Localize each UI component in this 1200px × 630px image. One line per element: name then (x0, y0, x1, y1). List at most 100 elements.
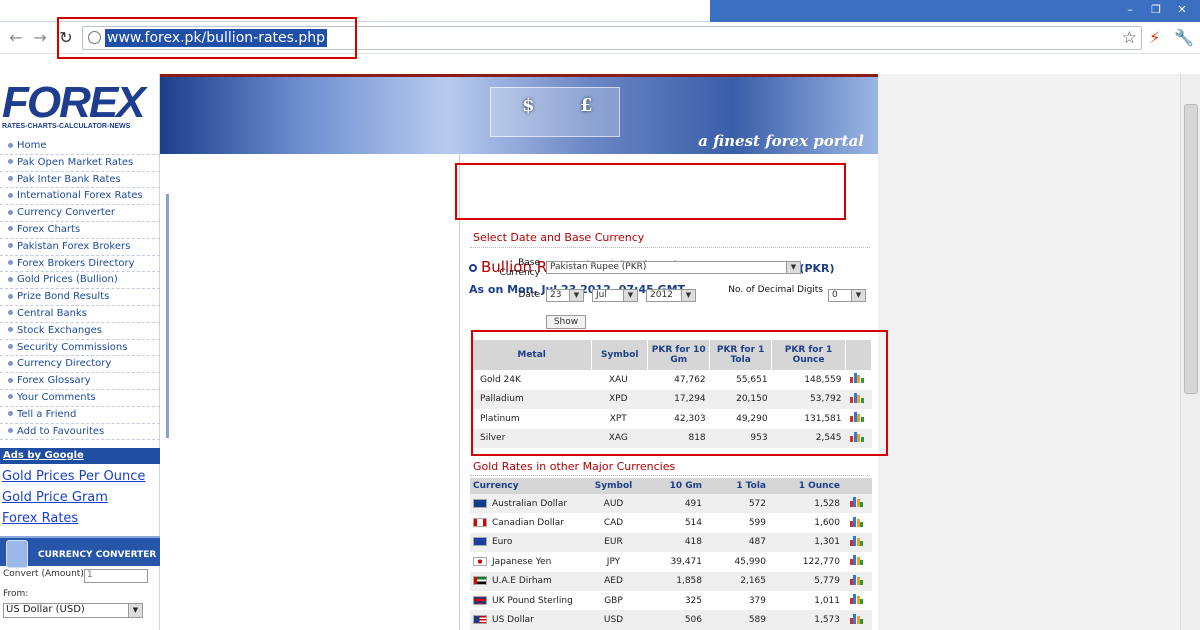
decimal-digits-select[interactable]: 0 ▼ (828, 289, 866, 302)
bar-chart-icon[interactable] (849, 535, 864, 546)
bullet-icon (8, 394, 13, 400)
price-tola: 589 (708, 610, 772, 630)
scrollbar-thumb[interactable] (1184, 104, 1198, 394)
sidebar-menu-label: Pak Inter Bank Rates (17, 173, 121, 185)
page-right-margin (878, 74, 1180, 630)
bar-chart-icon[interactable] (849, 594, 864, 605)
currency-name: Canadian Dollar (492, 518, 564, 529)
chevron-down-icon: ▼ (128, 604, 142, 617)
chart-cell (846, 494, 872, 514)
price-tola: 379 (748, 595, 766, 606)
nav-menu: Home Pak Open Market Rates Pak Inter Bank … (0, 138, 160, 441)
price-10gm: 514 (684, 518, 702, 529)
bookmark-star-icon[interactable]: ☆ (1122, 28, 1137, 48)
sidebar-menu-label: Your Comments (17, 391, 96, 403)
sidebar-menu-item[interactable]: Pak Open Market Rates (0, 155, 160, 172)
select-date-title: Select Date and Base Currency (473, 231, 645, 244)
bullet-icon (8, 310, 13, 316)
convert-amount-input[interactable]: 1 (84, 569, 148, 583)
ad-link-gold-price-gram[interactable]: Gold Price Gram (2, 490, 108, 505)
price-ounce: 5,779 (772, 571, 846, 591)
sidebar-menu-label: Gold Prices (Bullion) (17, 274, 118, 286)
back-arrow-icon[interactable]: ← (6, 28, 26, 48)
table-row: U.A.E Dirham AED 1,858 2,165 5,779 (470, 571, 872, 591)
month-select[interactable]: Jul ▼ (592, 289, 638, 302)
bar-chart-icon[interactable] (849, 574, 864, 585)
sidebar-menu-label: Tell a Friend (17, 408, 77, 420)
ad-link-gold-prices-ounce[interactable]: Gold Prices Per Ounce (2, 469, 145, 484)
bar-chart-icon[interactable] (849, 613, 864, 624)
price-tola: 487 (708, 532, 772, 553)
show-button[interactable]: Show (546, 315, 586, 329)
sidebar-menu-item[interactable]: Add to Favourites (0, 424, 160, 441)
price-ounce: 122,770 (802, 556, 840, 567)
currency-converter-header: CURRENCY CONVERTER (0, 536, 160, 568)
from-currency-select[interactable]: US Dollar (USD) ▼ (3, 603, 143, 618)
sidebar-menu-item[interactable]: Stock Exchanges (0, 323, 160, 340)
col-header-10gm: 10 Gm (644, 478, 708, 494)
sidebar-menu-label: Stock Exchanges (17, 324, 102, 336)
vertical-scrollbar[interactable] (1180, 74, 1200, 630)
price-tola: 2,165 (708, 571, 772, 591)
price-ounce: 1,301 (772, 532, 846, 553)
currency-symbol: USD (588, 610, 644, 630)
close-button[interactable]: ✕ (1170, 2, 1194, 18)
sidebar-menu-item[interactable]: International Forex Rates (0, 188, 160, 206)
base-currency-select[interactable]: Pakistan Rupee (PKR) ▼ (546, 261, 801, 274)
price-ounce: 1,528 (772, 494, 846, 514)
wrench-icon[interactable]: 🔧 (1174, 28, 1194, 47)
sidebar-menu-label: Currency Directory (17, 358, 112, 370)
col-header-currency: Currency (470, 478, 588, 494)
sidebar-menu-item[interactable]: Pakistan Forex Brokers (0, 239, 160, 256)
sidebar-menu-item[interactable]: Home (0, 138, 160, 155)
bullet-icon (8, 159, 13, 165)
sidebar-menu-item[interactable]: Tell a Friend (0, 407, 160, 424)
logo-tagline: RATES-CHARTS-CALCULATOR-NEWS (2, 123, 131, 130)
sidebar-menu-label: Home (17, 140, 47, 151)
chart-cell (846, 552, 872, 571)
bullet-icon (8, 377, 13, 383)
day-select[interactable]: 23 ▼ (546, 289, 584, 302)
forward-arrow-icon[interactable]: → (30, 28, 50, 48)
flag-icon (473, 518, 487, 528)
currency-cell: Euro (470, 532, 588, 553)
site-logo[interactable]: FOREX RATES-CHARTS-CALCULATOR-NEWS (2, 76, 157, 136)
price-10gm: 39,471 (670, 556, 703, 567)
bullet-icon (8, 176, 13, 182)
sidebar-menu-item[interactable]: Security Commissions (0, 340, 160, 357)
bullet-icon (8, 209, 13, 215)
major-currencies-table: Currency Symbol 10 Gm 1 Tola 1 Ounce Aus… (470, 478, 872, 630)
year-select[interactable]: 2012 ▼ (646, 289, 696, 302)
currency-converter-title: CURRENCY CONVERTER (38, 550, 157, 560)
table-row: US Dollar USD 506 589 1,573 (470, 610, 872, 630)
ad-link-forex-rates[interactable]: Forex Rates (2, 511, 78, 526)
sidebar-menu-label: Forex Charts (17, 223, 81, 235)
bullet-icon (8, 260, 13, 266)
base-currency-value: Pakistan Rupee (PKR) (550, 262, 647, 272)
banner-tagline: a finest forex portal (698, 132, 864, 150)
minimize-button[interactable]: – (1118, 2, 1142, 18)
bullet-icon (8, 276, 13, 282)
banner-currency-panel (490, 87, 620, 137)
ads-by-google-header[interactable]: Ads by Google (0, 448, 160, 464)
currency-cell: UK Pound Sterling (470, 591, 588, 610)
chevron-down-icon: ▼ (851, 290, 865, 301)
price-tola: 572 (708, 494, 772, 514)
sidebar-menu-item[interactable]: Your Comments (0, 390, 160, 407)
sidebar-menu-item[interactable]: Pak Inter Bank Rates (0, 172, 160, 189)
maximize-button[interactable]: ❐ (1144, 2, 1168, 18)
sidebar-menu-item[interactable]: Currency Converter (0, 205, 160, 222)
sidebar-menu-item[interactable]: Central Banks (0, 306, 160, 323)
bar-chart-icon[interactable] (849, 516, 864, 527)
sidebar-menu-item[interactable]: Forex Charts (0, 222, 160, 239)
extension-icon[interactable]: ⚡ (1149, 28, 1160, 47)
sidebar-menu-item[interactable]: Gold Prices (Bullion) (0, 272, 160, 290)
decimal-digits-label: No. of Decimal Digits (728, 285, 823, 295)
bar-chart-icon[interactable] (849, 497, 864, 508)
bar-chart-icon[interactable] (849, 555, 864, 566)
sidebar-menu-item[interactable]: Forex Brokers Directory (0, 256, 160, 273)
decimal-digits-value: 0 (832, 290, 838, 300)
sidebar-menu-item[interactable]: Currency Directory (0, 356, 160, 374)
sidebar-menu-item[interactable]: Forex Glossary (0, 373, 160, 390)
sidebar-menu-item[interactable]: Prize Bond Results (0, 289, 160, 306)
